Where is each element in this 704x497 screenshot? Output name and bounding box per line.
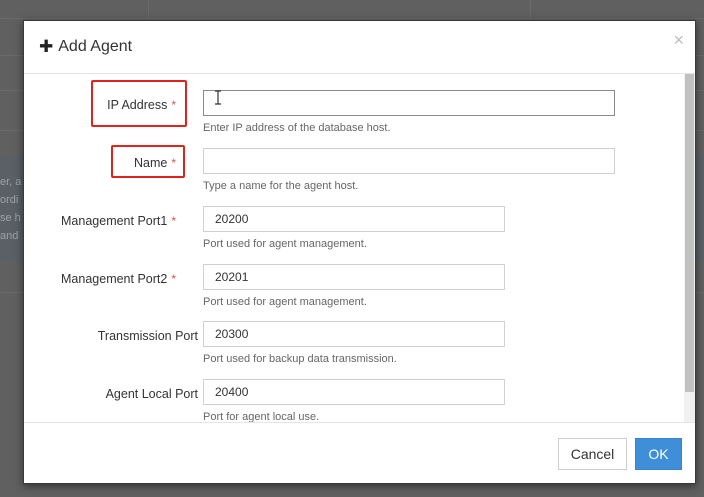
ip-address-label: IP Address * <box>107 98 176 112</box>
text-cursor-icon <box>215 90 221 105</box>
management-port2-help: Port used for agent management. <box>203 296 367 308</box>
agent-local-port-help: Port for agent local use. <box>203 411 320 422</box>
transmission-port-input[interactable] <box>203 321 505 347</box>
dialog-body: IP Address * Enter IP address of the data… <box>24 74 684 422</box>
scrollbar-thumb[interactable] <box>685 74 694 392</box>
background-text: and <box>0 230 19 242</box>
dialog-header: ✚ Add Agent × <box>24 21 695 74</box>
background-text: se h <box>0 212 21 224</box>
management-port1-help: Port used for agent management. <box>203 238 367 250</box>
transmission-port-label: Transmission Port <box>97 329 198 343</box>
ip-address-help: Enter IP address of the database host. <box>203 122 391 134</box>
management-port1-label: Management Port1 * <box>61 214 176 228</box>
background-text: ordi <box>0 194 19 206</box>
background-text: er, a <box>0 176 22 188</box>
close-icon[interactable]: × <box>673 30 684 51</box>
add-agent-dialog: ✚ Add Agent × IP Address * Enter IP addre… <box>23 20 696 484</box>
ip-address-input[interactable] <box>203 90 615 116</box>
name-input[interactable] <box>203 148 615 174</box>
cancel-button[interactable]: Cancel <box>558 438 627 470</box>
ok-button[interactable]: OK <box>635 438 682 470</box>
management-port2-input[interactable] <box>203 264 505 290</box>
dialog-footer: Cancel OK <box>24 422 695 484</box>
background-row-line <box>0 18 704 19</box>
dialog-title-text: Add Agent <box>58 38 133 55</box>
transmission-port-help: Port used for backup data transmission. <box>203 353 397 365</box>
management-port2-label: Management Port2 * <box>61 272 176 286</box>
name-label: Name * <box>133 156 176 170</box>
dialog-title: ✚ Add Agent <box>39 37 132 57</box>
agent-local-port-input[interactable] <box>203 379 505 405</box>
management-port1-input[interactable] <box>203 206 505 232</box>
plus-icon: ✚ <box>39 37 54 56</box>
dialog-scrollbar[interactable] <box>684 74 695 422</box>
name-help: Type a name for the agent host. <box>203 180 359 192</box>
agent-local-port-label: Agent Local Port <box>105 387 198 401</box>
